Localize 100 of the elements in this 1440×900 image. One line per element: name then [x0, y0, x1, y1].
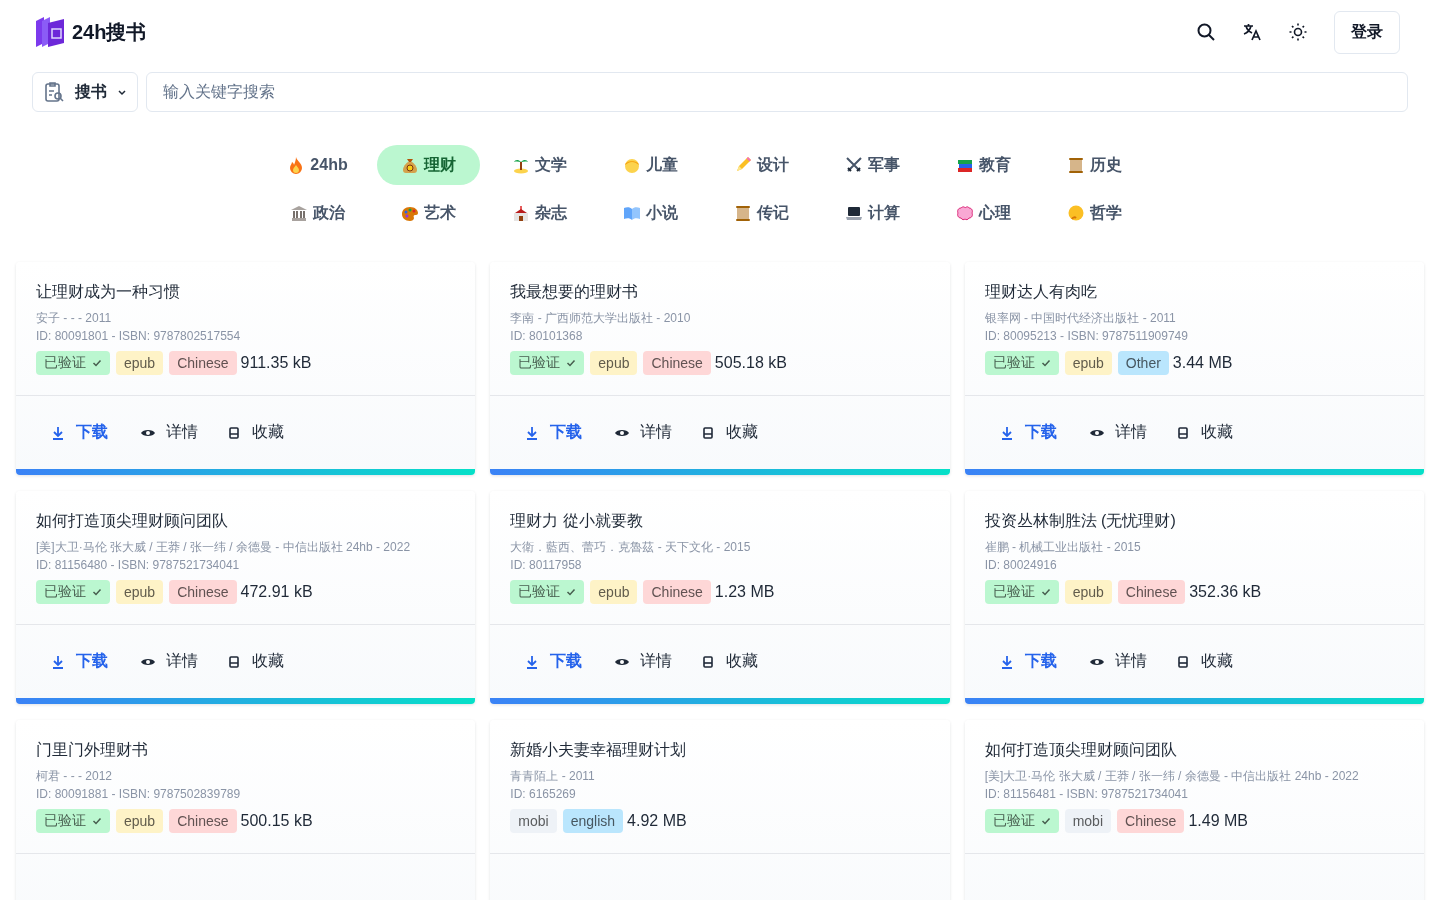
book-title: 如何打造顶尖理财顾问团队	[36, 511, 229, 531]
category-tab[interactable]: 24hb	[266, 145, 369, 185]
check-icon	[1040, 816, 1051, 826]
book-author-line: 银率网 - 中国时代经济出版社 - 2011	[984, 310, 1177, 327]
verified-tag: 已验证	[510, 580, 585, 604]
file-size: 500.15 kB	[240, 812, 313, 830]
book-author-line: 崔鹏 - 机械工业出版社 - 2015	[984, 539, 1142, 556]
book-title: 理财力 從小就要教	[510, 511, 644, 531]
download-button[interactable]: 下载	[984, 641, 1071, 682]
book-title: 新婚小夫妻幸福理财计划	[510, 740, 688, 760]
bookmark-icon	[226, 424, 242, 441]
search-field[interactable]: 输入关键字搜索	[146, 72, 1408, 112]
bookmark-button[interactable]: 收藏	[686, 412, 773, 453]
bookmark-button[interactable]: 收藏	[686, 641, 773, 682]
category-tab[interactable]: 传记	[710, 193, 813, 233]
bookmark-button[interactable]: 收藏	[1160, 641, 1247, 682]
sun-icon[interactable]	[1288, 22, 1308, 42]
language-tag: Chinese	[169, 351, 237, 375]
download-button[interactable]: 下载	[36, 412, 122, 453]
download-icon	[50, 653, 66, 670]
language-tag: Chinese	[169, 809, 237, 833]
book-id-line: ID: 81156480 - ISBN: 9787521734041	[36, 557, 241, 574]
translate-icon[interactable]	[1242, 22, 1262, 42]
book-author-line: 青青陌上 - 2011	[510, 768, 596, 785]
file-size: 472.91 kB	[240, 583, 313, 601]
details-button[interactable]: 详情	[126, 412, 212, 453]
details-button[interactable]: 详情	[600, 412, 687, 453]
book-author-line: [美]大卫·马伦 张大威 / 王莽 / 张一纬 / 余德曼 - 中信出版社 24hb - 2022	[36, 539, 412, 556]
book-id-line: ID: 6165269	[510, 786, 577, 803]
book-id-line: ID: 80101368	[510, 328, 584, 345]
book-id-line: ID: 81156481 - ISBN: 9787521734041	[984, 786, 1189, 803]
book-id-line: ID: 80095213 - ISBN: 9787511909749	[984, 328, 1189, 345]
book-author-line: 柯君 - - - 2012	[36, 768, 114, 785]
category-tab[interactable]: 艺术	[377, 193, 480, 233]
language-tag: Other	[1117, 351, 1169, 375]
format-tag: epub	[590, 351, 638, 375]
language-tag: Chinese	[169, 580, 237, 604]
verified-tag: 已验证	[36, 809, 110, 833]
category-tab[interactable]: 心理	[932, 193, 1035, 233]
category-tab[interactable]: 计算	[821, 193, 924, 233]
check-icon	[1040, 587, 1051, 597]
category-tab[interactable]: 理财	[377, 145, 480, 185]
book-author-line: 大衛．藍西、蕾巧．克魯茲 - 天下文化 - 2015	[510, 539, 752, 556]
book-author-line: 安子 - - - 2011	[36, 310, 113, 327]
details-button[interactable]: 详情	[1074, 412, 1161, 453]
columns-building-icon	[290, 204, 308, 222]
download-button[interactable]: 下载	[984, 412, 1071, 453]
category-tab[interactable]: 儿童	[599, 145, 702, 185]
check-icon	[92, 816, 102, 826]
search-scope-dropdown[interactable]: 搜书	[32, 72, 138, 112]
scroll-icon	[1067, 156, 1085, 174]
clipboard-search-icon	[43, 81, 65, 103]
login-button[interactable]: 登录	[1334, 10, 1400, 54]
format-tag: epub	[116, 809, 164, 833]
format-tag: epub	[1064, 580, 1112, 604]
search-icon[interactable]	[1196, 22, 1216, 42]
details-button[interactable]: 详情	[600, 641, 687, 682]
book-title: 门里门外理财书	[36, 740, 149, 760]
category-tab[interactable]: 设计	[710, 145, 813, 185]
download-button[interactable]: 下载	[36, 641, 122, 682]
category-tab[interactable]: 历史	[1043, 145, 1146, 185]
details-button[interactable]: 详情	[1074, 641, 1161, 682]
brain-icon	[956, 204, 974, 222]
file-size: 505.18 kB	[714, 354, 787, 372]
category-tab[interactable]: 小说	[599, 193, 702, 233]
check-icon	[1040, 358, 1051, 368]
money-bag-icon	[401, 156, 419, 174]
logo-text: 24h搜书	[72, 19, 147, 45]
book-author-line: 李南 - 广西师范大学出版社 - 2010	[510, 310, 692, 327]
details-button[interactable]: 详情	[126, 641, 212, 682]
bookmark-button[interactable]: 收藏	[1160, 412, 1247, 453]
language-tag: Chinese	[1117, 809, 1185, 833]
category-tab[interactable]: 政治	[266, 193, 369, 233]
file-size: 1.49 MB	[1188, 812, 1248, 830]
download-button[interactable]: 下载	[510, 641, 597, 682]
open-book-icon	[623, 204, 641, 222]
category-tab[interactable]: 教育	[932, 145, 1035, 185]
category-tab[interactable]: 杂志	[488, 193, 591, 233]
book-id-line: ID: 80117958	[510, 557, 583, 574]
category-tab[interactable]: 文学	[488, 145, 591, 185]
verified-tag: 已验证	[36, 351, 110, 375]
check-icon	[92, 587, 102, 597]
verified-tag: 已验证	[36, 580, 110, 604]
download-icon	[50, 424, 66, 441]
child-icon	[623, 156, 641, 174]
category-tab[interactable]: 哲学	[1043, 193, 1146, 233]
file-size: 1.23 MB	[714, 583, 775, 601]
bookmark-button[interactable]: 收藏	[212, 641, 298, 682]
palette-icon	[401, 204, 419, 222]
bookmark-button[interactable]: 收藏	[212, 412, 298, 453]
download-button[interactable]: 下载	[510, 412, 597, 453]
book-id-line: ID: 80024916	[984, 557, 1058, 574]
file-size: 352.36 kB	[1189, 583, 1262, 601]
verified-tag: 已验证	[984, 580, 1059, 604]
check-icon	[566, 358, 577, 368]
language-tag: english	[562, 809, 624, 833]
category-tab[interactable]: 军事	[821, 145, 924, 185]
file-size: 4.92 MB	[627, 812, 687, 830]
verified-tag: 已验证	[510, 351, 585, 375]
language-tag: Chinese	[643, 580, 711, 604]
